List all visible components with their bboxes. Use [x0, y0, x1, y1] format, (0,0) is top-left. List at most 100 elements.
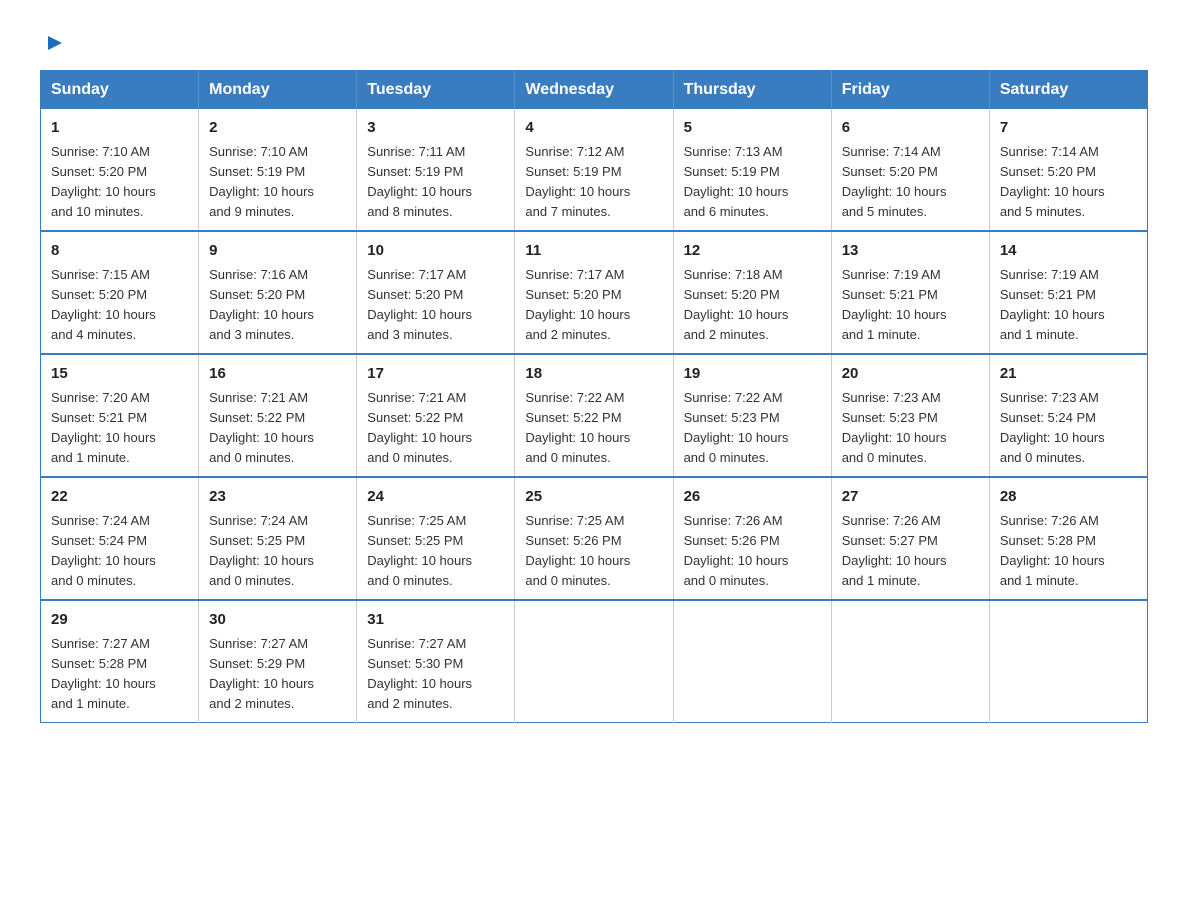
day-number: 9 — [209, 240, 346, 263]
day-info: Sunrise: 7:13 AM Sunset: 5:19 PM Dayligh… — [684, 142, 821, 223]
day-number: 14 — [1000, 240, 1137, 263]
header-friday: Friday — [831, 71, 989, 110]
calendar-cell — [673, 600, 831, 723]
calendar-cell: 19Sunrise: 7:22 AM Sunset: 5:23 PM Dayli… — [673, 354, 831, 477]
day-number: 3 — [367, 117, 504, 140]
calendar-cell: 12Sunrise: 7:18 AM Sunset: 5:20 PM Dayli… — [673, 231, 831, 354]
day-number: 13 — [842, 240, 979, 263]
day-number: 26 — [684, 486, 821, 509]
calendar-cell: 28Sunrise: 7:26 AM Sunset: 5:28 PM Dayli… — [989, 477, 1147, 600]
calendar-cell — [989, 600, 1147, 723]
day-info: Sunrise: 7:26 AM Sunset: 5:26 PM Dayligh… — [684, 511, 821, 592]
day-info: Sunrise: 7:19 AM Sunset: 5:21 PM Dayligh… — [1000, 265, 1137, 346]
header-wednesday: Wednesday — [515, 71, 673, 110]
header-saturday: Saturday — [989, 71, 1147, 110]
day-info: Sunrise: 7:27 AM Sunset: 5:29 PM Dayligh… — [209, 634, 346, 715]
calendar-cell: 10Sunrise: 7:17 AM Sunset: 5:20 PM Dayli… — [357, 231, 515, 354]
logo-arrow-icon — [44, 32, 66, 54]
header-thursday: Thursday — [673, 71, 831, 110]
day-number: 5 — [684, 117, 821, 140]
day-info: Sunrise: 7:14 AM Sunset: 5:20 PM Dayligh… — [842, 142, 979, 223]
calendar-cell — [515, 600, 673, 723]
calendar-cell: 29Sunrise: 7:27 AM Sunset: 5:28 PM Dayli… — [41, 600, 199, 723]
calendar-cell: 16Sunrise: 7:21 AM Sunset: 5:22 PM Dayli… — [199, 354, 357, 477]
header-monday: Monday — [199, 71, 357, 110]
day-info: Sunrise: 7:26 AM Sunset: 5:28 PM Dayligh… — [1000, 511, 1137, 592]
day-info: Sunrise: 7:21 AM Sunset: 5:22 PM Dayligh… — [209, 388, 346, 469]
calendar-cell: 24Sunrise: 7:25 AM Sunset: 5:25 PM Dayli… — [357, 477, 515, 600]
header-sunday: Sunday — [41, 71, 199, 110]
day-info: Sunrise: 7:25 AM Sunset: 5:26 PM Dayligh… — [525, 511, 662, 592]
day-number: 6 — [842, 117, 979, 140]
day-number: 28 — [1000, 486, 1137, 509]
day-number: 21 — [1000, 363, 1137, 386]
calendar-cell: 31Sunrise: 7:27 AM Sunset: 5:30 PM Dayli… — [357, 600, 515, 723]
day-number: 4 — [525, 117, 662, 140]
calendar-week-row: 29Sunrise: 7:27 AM Sunset: 5:28 PM Dayli… — [41, 600, 1148, 723]
day-info: Sunrise: 7:23 AM Sunset: 5:24 PM Dayligh… — [1000, 388, 1137, 469]
calendar-cell: 17Sunrise: 7:21 AM Sunset: 5:22 PM Dayli… — [357, 354, 515, 477]
calendar-cell: 18Sunrise: 7:22 AM Sunset: 5:22 PM Dayli… — [515, 354, 673, 477]
day-number: 17 — [367, 363, 504, 386]
day-number: 29 — [51, 609, 188, 632]
calendar-cell: 27Sunrise: 7:26 AM Sunset: 5:27 PM Dayli… — [831, 477, 989, 600]
calendar-cell: 23Sunrise: 7:24 AM Sunset: 5:25 PM Dayli… — [199, 477, 357, 600]
day-info: Sunrise: 7:16 AM Sunset: 5:20 PM Dayligh… — [209, 265, 346, 346]
calendar-week-row: 15Sunrise: 7:20 AM Sunset: 5:21 PM Dayli… — [41, 354, 1148, 477]
calendar-week-row: 1Sunrise: 7:10 AM Sunset: 5:20 PM Daylig… — [41, 109, 1148, 231]
calendar-cell: 30Sunrise: 7:27 AM Sunset: 5:29 PM Dayli… — [199, 600, 357, 723]
logo — [40, 30, 66, 50]
day-info: Sunrise: 7:22 AM Sunset: 5:22 PM Dayligh… — [525, 388, 662, 469]
day-info: Sunrise: 7:24 AM Sunset: 5:24 PM Dayligh… — [51, 511, 188, 592]
day-number: 11 — [525, 240, 662, 263]
day-info: Sunrise: 7:15 AM Sunset: 5:20 PM Dayligh… — [51, 265, 188, 346]
day-number: 16 — [209, 363, 346, 386]
day-number: 23 — [209, 486, 346, 509]
day-info: Sunrise: 7:10 AM Sunset: 5:20 PM Dayligh… — [51, 142, 188, 223]
calendar-week-row: 8Sunrise: 7:15 AM Sunset: 5:20 PM Daylig… — [41, 231, 1148, 354]
day-number: 10 — [367, 240, 504, 263]
day-number: 20 — [842, 363, 979, 386]
calendar-cell: 25Sunrise: 7:25 AM Sunset: 5:26 PM Dayli… — [515, 477, 673, 600]
calendar-cell: 4Sunrise: 7:12 AM Sunset: 5:19 PM Daylig… — [515, 109, 673, 231]
calendar-header-row: SundayMondayTuesdayWednesdayThursdayFrid… — [41, 71, 1148, 110]
day-number: 1 — [51, 117, 188, 140]
day-info: Sunrise: 7:25 AM Sunset: 5:25 PM Dayligh… — [367, 511, 504, 592]
day-number: 12 — [684, 240, 821, 263]
calendar-cell: 20Sunrise: 7:23 AM Sunset: 5:23 PM Dayli… — [831, 354, 989, 477]
calendar-cell: 21Sunrise: 7:23 AM Sunset: 5:24 PM Dayli… — [989, 354, 1147, 477]
day-number: 25 — [525, 486, 662, 509]
calendar-week-row: 22Sunrise: 7:24 AM Sunset: 5:24 PM Dayli… — [41, 477, 1148, 600]
calendar-cell: 5Sunrise: 7:13 AM Sunset: 5:19 PM Daylig… — [673, 109, 831, 231]
calendar-cell: 15Sunrise: 7:20 AM Sunset: 5:21 PM Dayli… — [41, 354, 199, 477]
day-info: Sunrise: 7:21 AM Sunset: 5:22 PM Dayligh… — [367, 388, 504, 469]
calendar-cell: 14Sunrise: 7:19 AM Sunset: 5:21 PM Dayli… — [989, 231, 1147, 354]
calendar-cell: 11Sunrise: 7:17 AM Sunset: 5:20 PM Dayli… — [515, 231, 673, 354]
day-info: Sunrise: 7:10 AM Sunset: 5:19 PM Dayligh… — [209, 142, 346, 223]
day-info: Sunrise: 7:23 AM Sunset: 5:23 PM Dayligh… — [842, 388, 979, 469]
day-info: Sunrise: 7:17 AM Sunset: 5:20 PM Dayligh… — [525, 265, 662, 346]
header — [40, 30, 1148, 50]
day-info: Sunrise: 7:11 AM Sunset: 5:19 PM Dayligh… — [367, 142, 504, 223]
header-tuesday: Tuesday — [357, 71, 515, 110]
day-number: 2 — [209, 117, 346, 140]
day-number: 8 — [51, 240, 188, 263]
day-number: 31 — [367, 609, 504, 632]
day-number: 15 — [51, 363, 188, 386]
calendar-cell: 9Sunrise: 7:16 AM Sunset: 5:20 PM Daylig… — [199, 231, 357, 354]
day-info: Sunrise: 7:19 AM Sunset: 5:21 PM Dayligh… — [842, 265, 979, 346]
calendar-cell: 6Sunrise: 7:14 AM Sunset: 5:20 PM Daylig… — [831, 109, 989, 231]
calendar-cell — [831, 600, 989, 723]
day-number: 30 — [209, 609, 346, 632]
calendar-cell: 2Sunrise: 7:10 AM Sunset: 5:19 PM Daylig… — [199, 109, 357, 231]
day-info: Sunrise: 7:17 AM Sunset: 5:20 PM Dayligh… — [367, 265, 504, 346]
day-info: Sunrise: 7:18 AM Sunset: 5:20 PM Dayligh… — [684, 265, 821, 346]
calendar-cell: 13Sunrise: 7:19 AM Sunset: 5:21 PM Dayli… — [831, 231, 989, 354]
calendar-cell: 1Sunrise: 7:10 AM Sunset: 5:20 PM Daylig… — [41, 109, 199, 231]
day-number: 19 — [684, 363, 821, 386]
day-number: 22 — [51, 486, 188, 509]
day-info: Sunrise: 7:26 AM Sunset: 5:27 PM Dayligh… — [842, 511, 979, 592]
calendar-cell: 8Sunrise: 7:15 AM Sunset: 5:20 PM Daylig… — [41, 231, 199, 354]
calendar-cell: 26Sunrise: 7:26 AM Sunset: 5:26 PM Dayli… — [673, 477, 831, 600]
calendar-cell: 22Sunrise: 7:24 AM Sunset: 5:24 PM Dayli… — [41, 477, 199, 600]
